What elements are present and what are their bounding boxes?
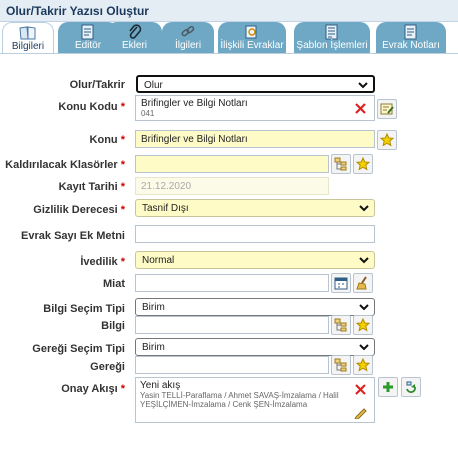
- ivedilik-label: İvedilik *: [80, 256, 125, 268]
- tab-label: Evrak Notları: [382, 40, 440, 51]
- tab-divider: [0, 53, 458, 54]
- tab-bilgileri[interactable]: Bilgileri: [2, 22, 54, 54]
- konu-kodu-code: 041: [141, 109, 155, 118]
- miat-clear-button[interactable]: [353, 273, 373, 293]
- window-title: Olur/Takrir Yazısı Oluştur: [6, 4, 149, 18]
- ek-metni-label: Evrak Sayı Ek Metni: [21, 230, 125, 242]
- tab-sablon-islemleri[interactable]: Şablon İşlemleri: [294, 22, 370, 53]
- tab-bar: Bilgileri Editör Ekleri İlgileri İlişkil…: [0, 22, 458, 54]
- tab-evrak-notlari[interactable]: Evrak Notları: [376, 22, 446, 53]
- tab-ekleri[interactable]: Ekleri: [107, 22, 162, 53]
- kayit-tarihi-input: 21.12.2020: [135, 177, 329, 195]
- ek-metni-input[interactable]: [135, 225, 375, 243]
- tab-label: Şablon İşlemleri: [296, 40, 368, 51]
- tree-select-icon: [334, 358, 347, 372]
- tree-select-icon: [334, 318, 347, 332]
- chevron-down-icon: [358, 82, 368, 89]
- geregi-input[interactable]: [135, 356, 329, 374]
- klasorler-input[interactable]: [135, 155, 329, 173]
- chevron-down-icon: [359, 304, 369, 311]
- miat-label: Miat: [103, 278, 125, 290]
- geregi-secim-label: Gereği Seçim Tipi: [32, 343, 125, 355]
- pencil-icon[interactable]: [354, 406, 367, 419]
- onay-akisi-refresh-button[interactable]: [401, 377, 421, 397]
- konu-kodu-browse-button[interactable]: [377, 99, 397, 119]
- konu-kodu-value: Brifingler ve Bilgi Notları: [141, 98, 248, 109]
- plus-icon: [383, 382, 393, 392]
- notes-icon: [404, 24, 417, 40]
- tab-label: İlgileri: [174, 40, 202, 51]
- onay-akisi-title: Yeni akış: [140, 380, 181, 391]
- onay-akisi-add-button[interactable]: [378, 377, 398, 397]
- clear-icon[interactable]: [355, 103, 366, 114]
- geregi-label: Gereği: [90, 361, 125, 373]
- refresh-flow-icon: [406, 381, 416, 393]
- template-icon: [325, 24, 338, 40]
- document-edit-icon: [81, 24, 94, 40]
- tab-ilgileri[interactable]: İlgileri: [162, 22, 214, 53]
- geregi-tree-button[interactable]: [331, 355, 351, 375]
- onay-akisi-label: Onay Akışı *: [61, 383, 125, 395]
- book-icon: [19, 26, 36, 40]
- bilgi-favorite-button[interactable]: [353, 315, 373, 335]
- konu-input[interactable]: Brifingler ve Bilgi Notları: [135, 130, 375, 148]
- olur-takrir-label: Olur/Takrir: [69, 79, 125, 91]
- bilgi-label: Bilgi: [101, 320, 125, 332]
- klasorler-tree-button[interactable]: [331, 154, 351, 174]
- konu-kodu-label: Konu Kodu *: [58, 101, 125, 113]
- tab-iliskili-evraklar[interactable]: İlişkili Evraklar: [218, 22, 286, 53]
- star-icon: [356, 157, 370, 171]
- related-docs-icon: [245, 25, 257, 39]
- bilgi-secim-select[interactable]: Birim: [135, 298, 375, 316]
- bilgi-tree-button[interactable]: [331, 315, 351, 335]
- star-icon: [356, 318, 370, 332]
- chevron-down-icon: [359, 205, 369, 212]
- chevron-down-icon: [359, 344, 369, 351]
- paperclip-icon: [128, 24, 141, 39]
- gizlilik-label: Gizlilik Derecesi *: [33, 204, 125, 216]
- link-icon: [181, 25, 195, 37]
- konu-favorite-button[interactable]: [377, 130, 397, 150]
- tree-select-icon: [334, 157, 347, 171]
- gizlilik-select[interactable]: Tasnif Dışı: [135, 199, 375, 217]
- onay-akisi-line2: YEŞİLÇİMEN-İmzalama / Cenk ŞEN-İmzalama: [140, 400, 308, 409]
- chevron-down-icon: [359, 257, 369, 264]
- tab-label: Bilgileri: [11, 41, 45, 52]
- konu-kodu-field[interactable]: Brifingler ve Bilgi Notları 041: [135, 95, 375, 121]
- calendar-icon: [334, 277, 348, 290]
- broom-icon: [356, 276, 367, 290]
- bilgi-input[interactable]: [135, 316, 329, 334]
- bilgi-secim-label: Bilgi Seçim Tipi: [43, 303, 125, 315]
- klasorler-favorite-button[interactable]: [353, 154, 373, 174]
- onay-akisi-line1: Yasin TELLİ-Paraflama / Ahmet SAVAŞ-İmza…: [140, 391, 339, 400]
- ivedilik-select[interactable]: Normal: [135, 251, 375, 269]
- edit-form-icon: [380, 103, 394, 115]
- onay-akisi-field[interactable]: Yeni akış Yasin TELLİ-Paraflama / Ahmet …: [135, 377, 375, 423]
- miat-input[interactable]: [135, 274, 329, 292]
- olur-takrir-select[interactable]: Olur: [136, 75, 375, 93]
- konu-label: Konu *: [89, 134, 125, 146]
- tab-label: İlişkili Evraklar: [220, 40, 284, 51]
- star-icon: [380, 133, 394, 147]
- geregi-favorite-button[interactable]: [353, 355, 373, 375]
- tab-label: Ekleri: [121, 40, 147, 51]
- geregi-secim-select[interactable]: Birim: [135, 338, 375, 356]
- window-titlebar: Olur/Takrir Yazısı Oluştur: [0, 0, 458, 22]
- star-icon: [356, 358, 370, 372]
- klasorler-label: Kaldırılacak Klasörler *: [5, 159, 125, 171]
- clear-icon[interactable]: [355, 384, 366, 395]
- kayit-tarihi-label: Kayıt Tarihi *: [58, 181, 125, 193]
- miat-calendar-button[interactable]: [331, 273, 351, 293]
